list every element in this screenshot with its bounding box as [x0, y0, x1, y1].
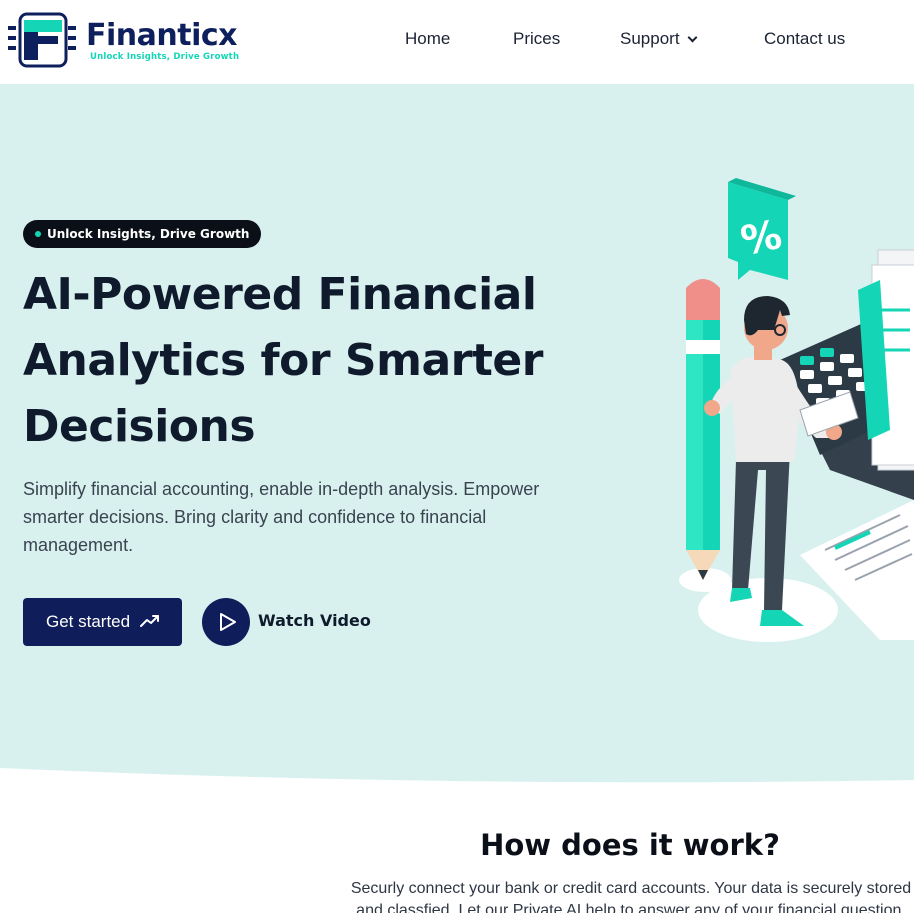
hero-badge: Unlock Insights, Drive Growth: [23, 220, 262, 248]
nav-contact[interactable]: Contact us: [764, 29, 845, 49]
brand-tagline: Unlock Insights, Drive Growth: [90, 52, 240, 62]
hero-title: AI-Powered Financial Analytics for Smart…: [23, 269, 543, 452]
get-started-label: Get started: [46, 612, 131, 631]
nav-support[interactable]: Support: [620, 29, 697, 49]
play-icon: [220, 613, 236, 631]
hero-badge-text: Unlock Insights, Drive Growth: [47, 227, 250, 241]
nav-prices[interactable]: Prices: [513, 29, 560, 49]
nav-support-label: Support: [620, 29, 680, 48]
hero-subtitle: Simplify financial accounting, enable in…: [23, 479, 540, 555]
trending-up-icon: [140, 615, 159, 627]
badge-dot-icon: [35, 231, 41, 237]
nav-home[interactable]: Home: [405, 29, 450, 49]
site-header: Finanticx Unlock Insights, Drive Growth …: [0, 0, 914, 84]
hero-bottom-curve: [0, 768, 914, 800]
finance-illustration: %: [679, 178, 914, 642]
main-nav: Home Prices Support Contact us: [0, 29, 914, 53]
chevron-down-icon: [687, 32, 697, 43]
watch-video-button[interactable]: [202, 598, 250, 646]
how-section-title: How does it work?: [480, 828, 780, 862]
get-started-button[interactable]: Get started: [23, 598, 182, 646]
how-section-text: Securly connect your bank or credit card…: [350, 880, 912, 913]
watch-video-link[interactable]: Watch Video: [258, 611, 371, 630]
